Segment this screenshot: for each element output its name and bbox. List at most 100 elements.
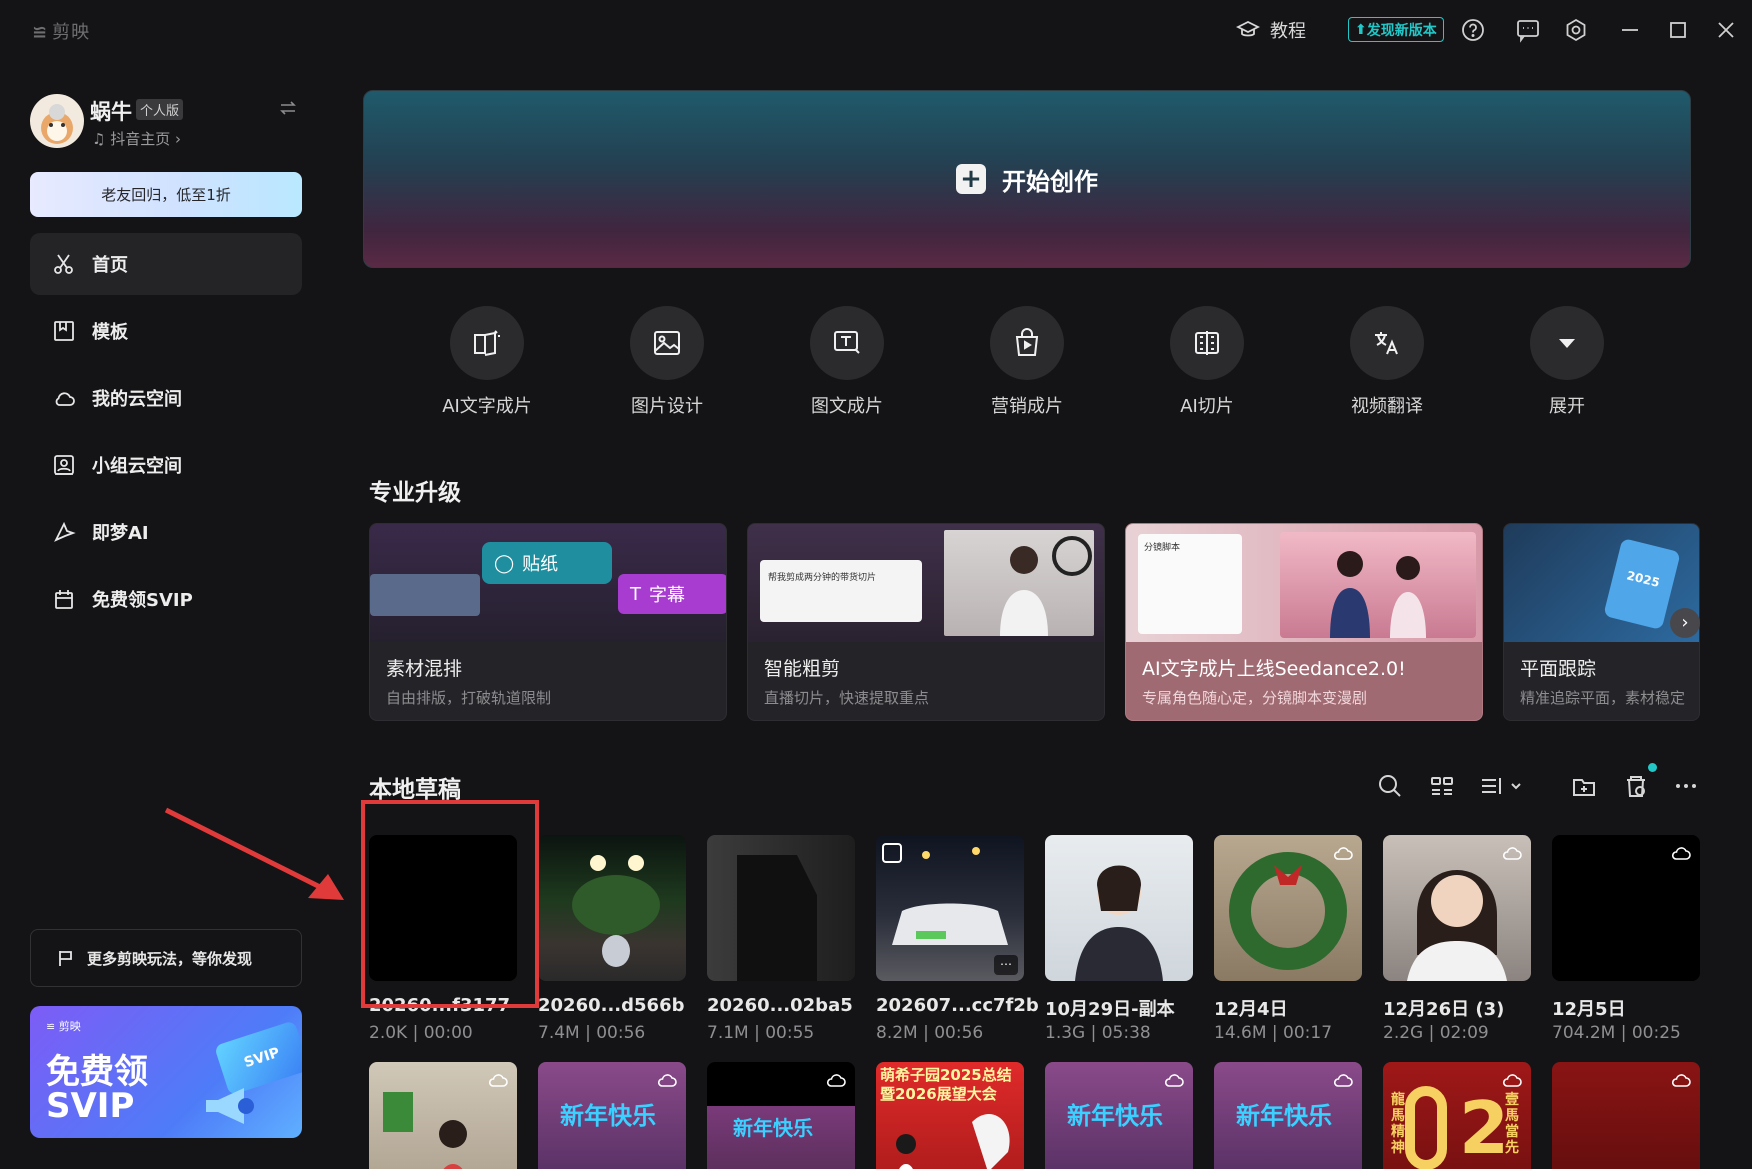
tool-ai-slice[interactable]: AI切片: [1142, 306, 1272, 418]
upgrade-section-title: 专业升级: [369, 480, 461, 506]
draft-thumbnail: [1552, 835, 1700, 981]
sidebar-item-free-svip[interactable]: 免费领SVIP: [30, 568, 302, 630]
douyin-home-link[interactable]: ♫ 抖音主页 ›: [92, 128, 181, 149]
search-icon[interactable]: [1376, 772, 1404, 800]
thumb-number-zero: [1405, 1086, 1447, 1169]
douyin-icon: ♫: [92, 130, 106, 148]
phone-image: 2025: [1603, 537, 1681, 631]
tool-marketing-video[interactable]: 营销成片: [962, 306, 1092, 418]
draft-item[interactable]: 新年快乐: [1045, 1062, 1193, 1169]
draft-item[interactable]: [369, 1062, 517, 1169]
start-create-title: 开始创作: [1002, 167, 1098, 196]
sidebar: 蜗牛 个人版 ♫ 抖音主页 › 老友回归，低至1折 首页 模板 我的云空间 小组…: [0, 60, 330, 1169]
sidebar-item-dream-ai[interactable]: 即梦AI: [30, 501, 302, 563]
carousel-next-button[interactable]: ›: [1670, 608, 1700, 638]
highlight-box: [361, 800, 539, 1008]
chevron-right-icon: ›: [175, 130, 182, 148]
draft-thumbnail: 萌希子园2025总结暨2026展望大会: [876, 1062, 1024, 1169]
tool-expand[interactable]: 展开: [1502, 306, 1632, 418]
new-folder-icon[interactable]: [1570, 772, 1598, 800]
username: 蜗牛: [90, 100, 132, 124]
draft-thumbnail: 新年快乐: [1045, 1062, 1193, 1169]
more-features-button[interactable]: 更多剪映玩法，等你发现: [30, 929, 302, 987]
cloud-icon: [825, 1070, 847, 1088]
more-icon[interactable]: ⋯: [994, 955, 1018, 975]
draft-thumbnail: ⋯: [876, 835, 1024, 981]
video-clip: [370, 574, 480, 616]
sidebar-item-template[interactable]: 模板: [30, 300, 302, 362]
prompt-box: 帮我剪成两分钟的带货切片: [760, 560, 922, 622]
thumb-caption: 壹馬當先: [1505, 1092, 1519, 1156]
draft-item[interactable]: 萌希子园2025总结暨2026展望大会: [876, 1062, 1024, 1169]
card-visual: 分镜脚本: [1126, 524, 1482, 642]
checkbox[interactable]: [882, 843, 902, 863]
draft-thumbnail: 新年快乐: [707, 1062, 855, 1169]
draft-item[interactable]: 新年快乐: [1214, 1062, 1362, 1169]
tool-ai-text-video[interactable]: AI文字成片: [422, 306, 552, 418]
svip-banner[interactable]: ≌ 剪映 免费领 SVIP SVIP: [30, 1006, 302, 1138]
sidebar-item-home[interactable]: 首页: [30, 233, 302, 295]
cloud-icon: [1332, 1070, 1354, 1088]
upgrade-card-mixed-layout[interactable]: ◯ 贴纸 T 字幕 素材混排 自由排版，打破轨道限制: [369, 523, 727, 721]
draft-item[interactable]: 新年快乐: [538, 1062, 686, 1169]
update-badge[interactable]: ⬆ 发现新版本: [1348, 17, 1444, 42]
thumb-caption: 新年快乐: [733, 1116, 813, 1140]
couple-image: [1280, 532, 1476, 638]
upgrade-card-smart-rough-cut[interactable]: 帮我剪成两分钟的带货切片 智能粗剪 直播切片，快速提取重点: [747, 523, 1105, 721]
draft-thumbnail: [538, 835, 686, 981]
start-create-banner[interactable]: + 开始创作: [363, 90, 1691, 268]
app-logo: ≌ 剪映: [32, 22, 91, 43]
tutorial-button[interactable]: 教程: [1236, 14, 1306, 46]
notification-dot: [1648, 763, 1657, 772]
thumb-caption: 新年快乐: [560, 1102, 656, 1130]
ai-text-video-icon: [450, 306, 524, 380]
message-icon[interactable]: [1515, 17, 1541, 43]
promo-button[interactable]: 老友回归，低至1折: [30, 172, 302, 217]
draft-thumbnail: [369, 1062, 517, 1169]
draft-thumbnail: 龍馬精神 2 壹馬當先: [1383, 1062, 1531, 1169]
sticker-icon: ◯: [494, 552, 515, 574]
minimize-icon[interactable]: [1617, 17, 1643, 43]
maximize-icon[interactable]: [1665, 17, 1691, 43]
edition-badge: 个人版: [136, 99, 184, 120]
sort-dropdown[interactable]: [1478, 772, 1526, 800]
sidebar-item-group-space[interactable]: 小组云空间: [30, 434, 302, 496]
avatar[interactable]: [30, 94, 84, 148]
tool-video-translate[interactable]: 视频翻译: [1322, 306, 1452, 418]
help-icon[interactable]: [1460, 17, 1486, 43]
cloud-icon: [1163, 1070, 1185, 1088]
text-icon: T: [630, 583, 641, 605]
draft-thumbnail: [1383, 835, 1531, 981]
cloud-icon: [656, 1070, 678, 1088]
draft-item[interactable]: [1552, 1062, 1700, 1169]
tool-image-design[interactable]: 图片设计: [602, 306, 732, 418]
tool-text-image-video[interactable]: 图文成片: [782, 306, 912, 418]
translate-icon: [1350, 306, 1424, 380]
draft-thumbnail: [707, 835, 855, 981]
scissors-icon: [52, 252, 76, 276]
close-icon[interactable]: [1713, 17, 1739, 43]
thumb-number-two: 2: [1459, 1086, 1510, 1169]
marketing-bag-icon: [990, 306, 1064, 380]
annotation-arrow-icon: [164, 807, 344, 900]
thumb-caption: 新年快乐: [1067, 1102, 1163, 1130]
trash-icon[interactable]: [1622, 772, 1650, 800]
draft-item[interactable]: 新年快乐: [707, 1062, 855, 1169]
cloud-icon: [1670, 843, 1692, 861]
switch-account-icon[interactable]: [278, 98, 298, 118]
cloud-icon: [1501, 1070, 1523, 1088]
svip-line2: SVIP: [46, 1086, 135, 1126]
settings-icon[interactable]: [1563, 17, 1589, 43]
upgrade-card-seedance[interactable]: 分镜脚本 AI文字成片上线Seedance2.0! 专属角色随心定，分镜脚本变漫…: [1125, 523, 1483, 721]
image-design-icon: [630, 306, 704, 380]
cloud-icon: [1332, 843, 1354, 861]
title-bar: ≌ 剪映 教程 ⬆ 发现新版本: [0, 0, 1752, 60]
grid-view-icon[interactable]: [1428, 772, 1456, 800]
text-image-video-icon: [810, 306, 884, 380]
sidebar-item-cloud-space[interactable]: 我的云空间: [30, 367, 302, 429]
megaphone-icon: [206, 1088, 254, 1124]
draft-thumbnail: [1552, 1062, 1700, 1169]
draft-item[interactable]: 龍馬精神 2 壹馬當先: [1383, 1062, 1531, 1169]
more-options-icon[interactable]: [1672, 772, 1700, 800]
group-space-icon: [52, 453, 76, 477]
